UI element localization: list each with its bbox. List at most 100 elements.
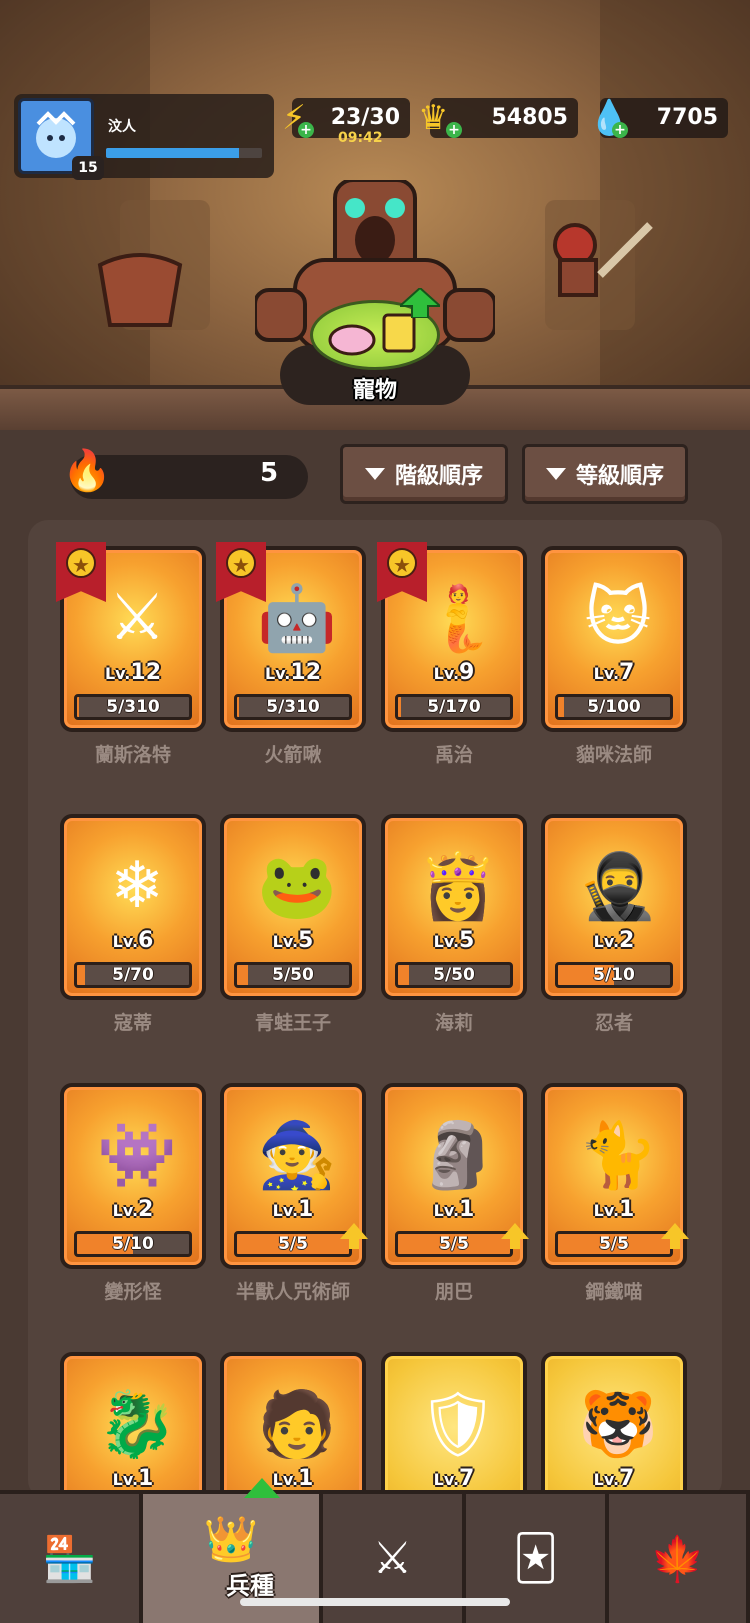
hero-name: 半獸人咒術師: [235, 1281, 350, 1303]
hero-name: 海莉: [434, 1012, 473, 1034]
hero-card[interactable]: 🧙 Lv.1 5/5: [220, 1083, 368, 1269]
units-upgrade-arrow-icon: [244, 1478, 280, 1498]
hero-card[interactable]: ❄ Lv.6 5/70: [60, 814, 206, 1000]
hero-portrait-icon: ❄: [110, 849, 164, 923]
pet-label: 寵物: [352, 378, 397, 403]
hero-card[interactable]: 👸 Lv.5 5/50: [381, 814, 527, 1000]
nav-tab-shop[interactable]: 🏪: [0, 1494, 143, 1623]
hero-portrait-icon: 🛡: [417, 1387, 499, 1462]
fire-count: 5: [260, 458, 279, 488]
home-indicator[interactable]: [240, 1598, 510, 1606]
hero-level: Lv.7: [433, 1466, 475, 1491]
energy-value: 23/30: [330, 105, 400, 130]
upgrade-arrow-icon: [340, 1223, 368, 1249]
hero-progress-bar: 5/100: [555, 694, 673, 720]
hero-level: Lv.6: [112, 928, 154, 953]
units-tab-label: 兵種: [226, 1572, 274, 1600]
dropdown-triangle-icon: [364, 468, 385, 480]
hero-level: Lv.7: [593, 1466, 635, 1491]
hero-progress-bar: 5/50: [234, 962, 352, 988]
player-name: 汶人: [108, 119, 136, 135]
hero-progress-text: 5/10: [593, 965, 635, 985]
hero-portrait-icon: 👾: [97, 1118, 177, 1193]
player-profile[interactable]: 15: [14, 94, 274, 180]
hero-progress-bar: 5/170: [395, 694, 513, 720]
hero-name: 貓咪法師: [575, 744, 652, 766]
crown-coin-icon: ♛: [418, 98, 449, 138]
warrior-decoration: [553, 222, 653, 297]
fire-icon: 🔥: [62, 448, 112, 494]
hero-name: 火箭啾: [264, 744, 322, 766]
hero-portrait-icon: 🤖: [257, 581, 337, 656]
energy-timer: 09:42: [338, 130, 383, 146]
hero-level: Lv.12: [264, 660, 322, 685]
hero-name: 寇蒂: [113, 1012, 152, 1034]
hero-portrait-icon: 🧑: [257, 1387, 337, 1462]
player-xp-bar: [106, 148, 262, 158]
player-xp-fill: [106, 148, 239, 158]
guild-icon: 🍁: [650, 1533, 705, 1585]
hero-level: Lv.1: [272, 1197, 314, 1222]
hero-level: Lv.2: [112, 1197, 154, 1222]
hero-progress-bar: 5/70: [74, 962, 192, 988]
crossed-swords-icon: ⚔: [372, 1533, 413, 1584]
hero-portrait-icon: 🐈: [578, 1118, 658, 1193]
hero-name: 鋼鐵喵: [585, 1281, 643, 1303]
hero-progress-bar: 5/5: [234, 1231, 352, 1257]
hero-level: Lv.9: [433, 660, 475, 685]
player-level-badge: 15: [72, 156, 104, 180]
upgrade-arrow-icon: [661, 1223, 689, 1249]
hero-progress-bar: 5/50: [395, 962, 513, 988]
hero-level: Lv.1: [433, 1197, 475, 1222]
hero-progress-text: 5/5: [599, 1234, 629, 1254]
hero-progress-bar: 5/310: [234, 694, 352, 720]
hero-card[interactable]: ★ 🤖 Lv.12 5/310: [216, 542, 366, 732]
hero-card[interactable]: 🐸 Lv.5 5/50: [220, 814, 366, 1000]
sort-by-level-button[interactable]: 等級順序: [522, 444, 688, 504]
hero-progress-bar: 5/5: [395, 1231, 513, 1257]
hero-card[interactable]: 🐈 Lv.1 5/5: [541, 1083, 689, 1269]
hero-card[interactable]: ★ 🧜 Lv.9 5/170: [377, 542, 527, 732]
hero-progress-text: 5/310: [106, 697, 160, 717]
sort-by-rank-label: 階級順序: [394, 464, 483, 489]
sort-by-level-label: 等級順序: [575, 464, 664, 489]
add-gem-icon[interactable]: +: [612, 122, 628, 138]
upgrade-arrow-icon: [400, 288, 440, 318]
hero-level: Lv.12: [104, 660, 162, 685]
hero-progress-text: 5/70: [112, 965, 154, 985]
hero-level: Lv.7: [593, 660, 635, 685]
hero-progress-text: 5/5: [439, 1234, 469, 1254]
hero-level: Lv.1: [593, 1197, 635, 1222]
hero-progress-bar: 5/10: [74, 1231, 192, 1257]
add-energy-icon[interactable]: +: [298, 122, 314, 138]
hero-portrait-icon: 🐉: [97, 1387, 177, 1462]
hero-card[interactable]: ★ ⚔ Lv.12 5/310: [56, 542, 206, 732]
upgrade-arrow-icon: [501, 1223, 529, 1249]
hero-progress-text: 5/310: [266, 697, 320, 717]
hero-portrait-icon: 🐸: [257, 849, 337, 924]
hero-progress-bar: 5/5: [555, 1231, 673, 1257]
gem-value: 7705: [656, 105, 718, 130]
hero-portrait-icon: 👸: [418, 849, 498, 924]
hero-portrait-icon: 🐱: [584, 581, 652, 655]
hero-progress-text: 5/100: [587, 697, 641, 717]
hero-card[interactable]: 🗿 Lv.1 5/5: [381, 1083, 529, 1269]
hero-portrait-icon: 🧜: [418, 581, 498, 656]
hero-level: Lv.2: [593, 928, 635, 953]
nav-tab-guild[interactable]: 🍁: [609, 1494, 750, 1623]
hero-card[interactable]: 🐱 Lv.7 5/100: [541, 546, 687, 732]
hero-progress-bar: 5/310: [74, 694, 192, 720]
hero-portrait-icon: 🐯: [578, 1387, 658, 1462]
sort-by-rank-button[interactable]: 階級順序: [340, 444, 508, 504]
hero-card[interactable]: 🥷 Lv.2 5/10: [541, 814, 687, 1000]
hero-progress-text: 5/50: [433, 965, 475, 985]
armor-decoration: [97, 253, 183, 327]
add-gold-icon[interactable]: +: [446, 122, 462, 138]
hero-card[interactable]: 👾 Lv.2 5/10: [60, 1083, 206, 1269]
hero-portrait-icon: ⚔: [108, 581, 166, 655]
dropdown-triangle-icon: [545, 468, 566, 480]
hero-progress-bar: 5/10: [555, 962, 673, 988]
hero-portrait-icon: 🧙: [257, 1118, 337, 1193]
hero-name: 青蛙王子: [254, 1012, 331, 1034]
hero-name: 蘭斯洛特: [94, 744, 171, 766]
